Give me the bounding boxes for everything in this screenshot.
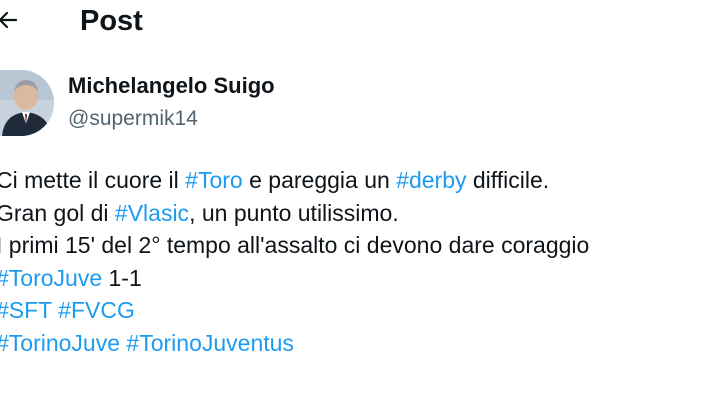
author-display-name[interactable]: Michelangelo Suigo bbox=[68, 72, 275, 100]
hashtag-link[interactable]: #ToroJuve bbox=[0, 265, 102, 291]
post-header: Post bbox=[0, 0, 712, 46]
post-page: Post Michelangelo Suigo @supermik14 Ci m… bbox=[0, 0, 712, 402]
tweet-line: I primi 15' del 2° tempo all'assalto ci … bbox=[0, 229, 712, 262]
hashtag-link[interactable]: #SFT bbox=[0, 297, 52, 323]
hashtag-link[interactable]: #Toro bbox=[185, 167, 243, 193]
hashtag-link[interactable]: #Vlasic bbox=[115, 200, 189, 226]
tweet-text-segment: , un punto utilissimo. bbox=[189, 199, 399, 226]
arrow-left-icon[interactable] bbox=[0, 8, 20, 32]
hashtag-link[interactable]: #derby bbox=[396, 167, 466, 193]
tweet-line: Ci mette il cuore il #Toro e pareggia un… bbox=[0, 164, 712, 197]
author-handle[interactable]: @supermik14 bbox=[68, 106, 198, 132]
tweet-text-segment: difficile. bbox=[466, 167, 550, 193]
tweet-text-segment: Ci mette il cuore il bbox=[0, 167, 186, 193]
tweet-text-segment: 1-1 bbox=[102, 264, 142, 291]
tweet-text-segment: I primi 15' del 2° tempo all'assalto ci … bbox=[0, 232, 590, 259]
tweet-line: #SFT #FVCG bbox=[0, 294, 712, 327]
page-title: Post bbox=[80, 5, 143, 37]
tweet-line: #TorinoJuve #TorinoJuventus bbox=[0, 327, 712, 360]
avatar[interactable] bbox=[0, 70, 54, 136]
tweet-line: #ToroJuve 1-1 bbox=[0, 262, 712, 295]
tweet-line: Gran gol di #Vlasic, un punto utilissimo… bbox=[0, 197, 712, 230]
hashtag-link[interactable]: #TorinoJuve bbox=[0, 330, 120, 356]
tweet-text-segment: e pareggia un bbox=[242, 167, 397, 193]
tweet-text-segment: Gran gol di bbox=[0, 199, 115, 226]
author-block: Michelangelo Suigo @supermik14 bbox=[0, 64, 712, 144]
hashtag-link[interactable]: #FVCG bbox=[58, 297, 135, 323]
tweet-text: Ci mette il cuore il #Toro e pareggia un… bbox=[0, 164, 712, 360]
hashtag-link[interactable]: #TorinoJuventus bbox=[126, 330, 294, 356]
